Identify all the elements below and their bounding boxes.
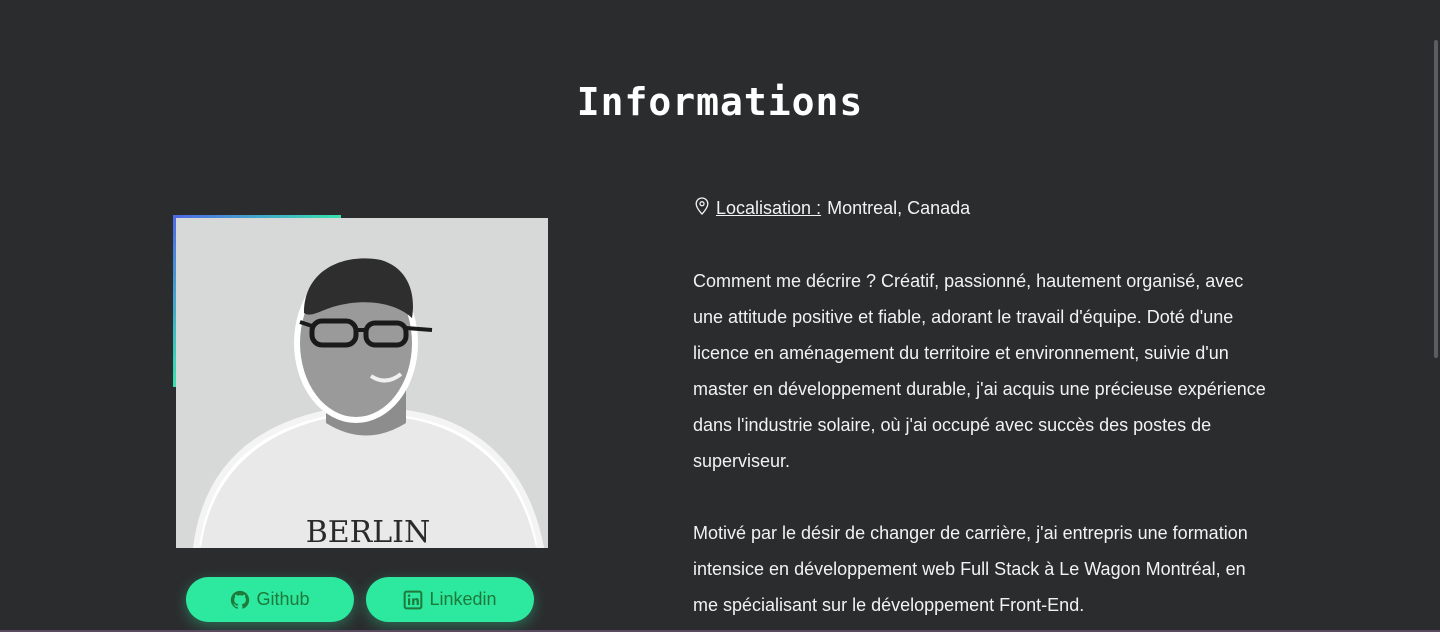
section-title: Informations [576,80,864,124]
page-scrollbar[interactable] [1434,40,1438,358]
map-pin-icon [694,197,710,220]
shirt-text: BERLIN [306,515,431,548]
about-paragraph-1: Comment me décrire ? Créatif, passionné,… [693,271,1266,471]
profile-photo: BERLIN [176,218,548,548]
linkedin-button[interactable]: Linkedin [366,577,534,622]
github-button[interactable]: Github [186,577,354,622]
github-icon [230,590,250,610]
linkedin-label: Linkedin [429,589,497,609]
about-paragraph-2: Motivé par le désir de changer de carriè… [693,523,1248,615]
location-label: Localisation : [716,198,822,218]
location-row: Localisation : Montreal, Canada [694,197,970,220]
github-label: Github [256,589,310,609]
location-value: Montreal, Canada [827,198,971,218]
linkedin-icon [403,590,423,610]
